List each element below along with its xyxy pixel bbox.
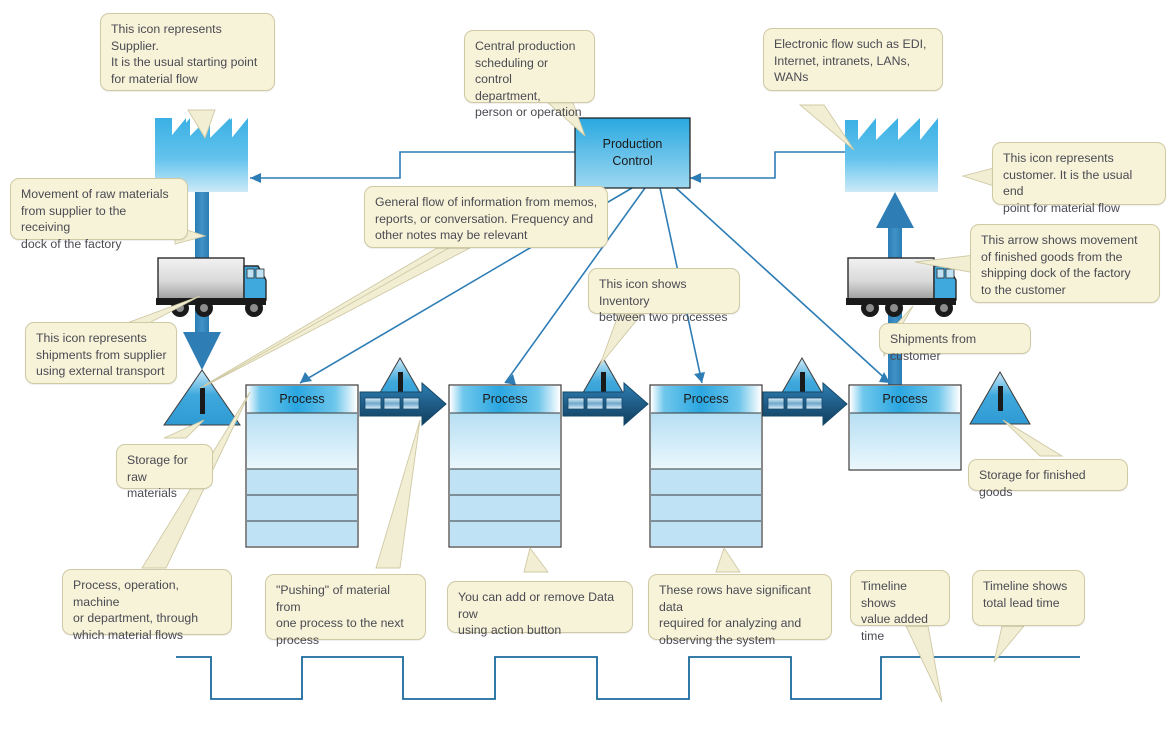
callout-text: This icon represents customer. It is the… [1003, 151, 1133, 215]
production-control-line2: Control [612, 154, 653, 168]
callout-shipments-from-customer-note[interactable]: Shipments from customer [879, 323, 1031, 363]
value-stream-map-canvas: Process Process Process Process Producti… [0, 0, 1170, 735]
process-box-1 [245, 384, 359, 548]
callout-storage-raw-materials-note[interactable]: Storage for raw materials [116, 444, 213, 500]
callout-text: Timeline shows total lead time [983, 579, 1068, 610]
callout-text: Central production scheduling or control… [475, 39, 582, 119]
callout-supplier-icon-note[interactable]: This icon represents Supplier. It is the… [100, 13, 275, 91]
callout-text: Storage for raw materials [127, 453, 188, 500]
inventory-triangle-5 [969, 370, 1031, 425]
production-control-line1: Production [602, 137, 663, 151]
callout-customer-icon-note[interactable]: This icon represents customer. It is the… [992, 142, 1166, 215]
process-box-3 [649, 384, 763, 548]
callout-text: "Pushing" of material from one process t… [276, 583, 404, 647]
callout-text: These rows have significant data require… [659, 583, 811, 647]
callout-production-control-note[interactable]: Central production scheduling or control… [464, 30, 595, 119]
process-box-4 [848, 384, 962, 471]
callout-text: Timeline shows value added time [861, 579, 929, 643]
callout-text: This arrow shows movement of finished go… [981, 233, 1138, 297]
customer-factory-shape [845, 118, 938, 192]
callout-value-added-time-note[interactable]: Timeline shows value added time [850, 570, 950, 643]
callout-text: Storage for finished goods [979, 468, 1086, 499]
callout-text: You can add or remove Data row using act… [458, 590, 615, 637]
callout-text: This icon represents shipments from supp… [36, 331, 167, 378]
callout-total-lead-time-note[interactable]: Timeline shows total lead time [972, 570, 1085, 626]
callout-raw-material-movement-note[interactable]: Movement of raw materials from supplier … [10, 178, 188, 251]
callout-text: General flow of information from memos, … [375, 195, 598, 242]
callout-text: Process, operation, machine or departmen… [73, 578, 199, 642]
callout-storage-finished-goods-note[interactable]: Storage for finished goods [968, 459, 1128, 499]
callout-process-definition-note[interactable]: Process, operation, machine or departmen… [62, 569, 232, 642]
value-stream-timeline [176, 656, 1080, 700]
callout-text: Electronic flow such as EDI, Internet, i… [774, 37, 927, 84]
process-box-2 [448, 384, 562, 548]
callout-text: Movement of raw materials from supplier … [21, 187, 169, 251]
callout-text: Shipments from customer [890, 332, 977, 363]
callout-electronic-flow-note[interactable]: Electronic flow such as EDI, Internet, i… [763, 28, 943, 91]
callout-inventory-icon-note[interactable]: This icon shows Inventory between two pr… [588, 268, 740, 324]
callout-push-material-note[interactable]: "Pushing" of material from one process t… [265, 574, 426, 647]
callout-significant-data-note[interactable]: These rows have significant data require… [648, 574, 832, 647]
callout-information-flow-note[interactable]: General flow of information from memos, … [364, 186, 608, 248]
callout-finished-goods-movement-note[interactable]: This arrow shows movement of finished go… [970, 224, 1160, 303]
callout-data-row-action-note[interactable]: You can add or remove Data row using act… [447, 581, 633, 637]
callout-text: This icon represents Supplier. It is the… [111, 22, 258, 86]
production-control-label: Production Control [575, 136, 690, 170]
callout-text: This icon shows Inventory between two pr… [599, 277, 728, 324]
callout-external-shipment-note[interactable]: This icon represents shipments from supp… [25, 322, 177, 384]
